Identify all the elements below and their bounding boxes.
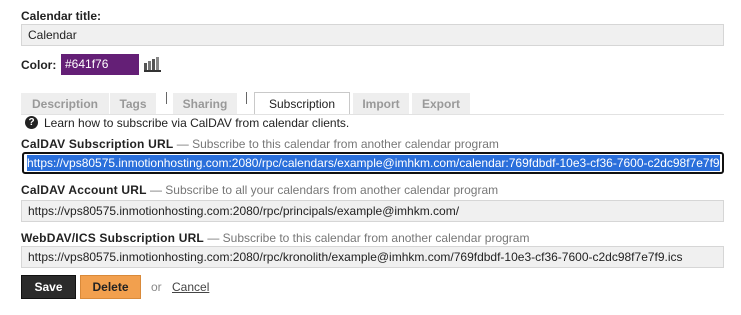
tab-export[interactable]: Export	[412, 93, 470, 114]
caldav-subscription-url-field[interactable]: https://vps80575.inmotionhosting.com:208…	[22, 152, 724, 174]
tab-import[interactable]: Import	[353, 93, 409, 114]
webdav-ics-title: WebDAV/ICS Subscription URL	[21, 231, 204, 245]
tab-tags[interactable]: Tags	[110, 93, 156, 114]
color-input[interactable]: #641f76	[61, 54, 139, 75]
delete-button[interactable]: Delete	[80, 275, 141, 299]
help-icon[interactable]: ?	[25, 116, 38, 129]
webdav-ics-desc: — Subscribe to this calendar from anothe…	[207, 231, 530, 245]
caldav-account-url-field[interactable]: https://vps80575.inmotionhosting.com:208…	[21, 200, 724, 222]
tab-bar-divider	[21, 114, 724, 115]
calendar-title-input[interactable]: Calendar	[21, 24, 724, 46]
tab-sharing[interactable]: Sharing	[173, 93, 237, 114]
caldav-subscription-label: CalDAV Subscription URL — Subscribe to t…	[21, 137, 499, 151]
or-text: or	[151, 280, 162, 294]
tab-separator	[246, 92, 247, 104]
save-button[interactable]: Save	[21, 275, 76, 299]
cancel-link[interactable]: Cancel	[172, 280, 209, 294]
tab-description[interactable]: Description	[21, 93, 109, 114]
tab-subscription[interactable]: Subscription	[254, 92, 350, 115]
caldav-subscription-desc: — Subscribe to this calendar from anothe…	[176, 137, 499, 151]
webdav-ics-url-field[interactable]: https://vps80575.inmotionhosting.com:208…	[21, 246, 724, 268]
caldav-account-label: CalDAV Account URL — Subscribe to all yo…	[21, 183, 498, 197]
webdav-ics-label: WebDAV/ICS Subscription URL — Subscribe …	[21, 231, 529, 245]
caldav-account-desc: — Subscribe to all your calendars from a…	[149, 183, 499, 197]
caldav-subscription-url[interactable]: https://vps80575.inmotionhosting.com:208…	[27, 155, 720, 171]
calendar-title-label: Calendar title:	[21, 9, 102, 23]
color-label: Color:	[21, 58, 57, 72]
caldav-subscription-title: CalDAV Subscription URL	[21, 137, 174, 151]
color-picker-icon[interactable]	[143, 56, 162, 73]
help-link[interactable]: Learn how to subscribe via CalDAV from c…	[44, 116, 349, 130]
caldav-account-title: CalDAV Account URL	[21, 183, 147, 197]
tab-separator	[166, 92, 167, 104]
